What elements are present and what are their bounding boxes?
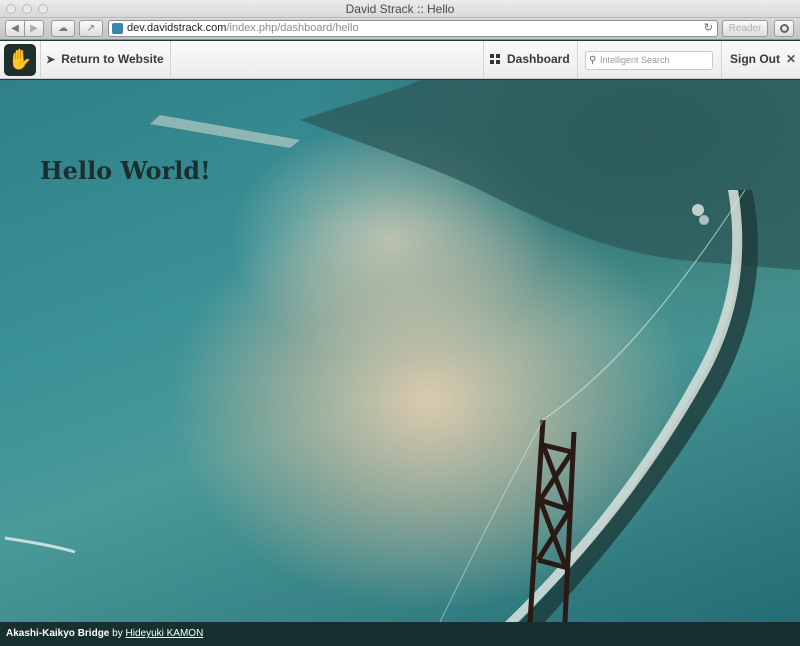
page-heading: Hello World! (40, 156, 211, 185)
back-arrow-icon: ◀ (11, 23, 19, 34)
light-flare (692, 204, 704, 216)
toolbar-divider (40, 41, 41, 79)
dashboard-link[interactable]: Dashboard (490, 52, 570, 66)
share-button[interactable]: ↗ (79, 20, 103, 37)
reader-button[interactable]: Reader (722, 20, 768, 37)
share-icon: ↗ (86, 23, 96, 34)
image-caption-bar: Akashi-Kaikyo Bridge by Hideyuki KAMON (0, 622, 800, 646)
back-button[interactable]: ◀ (5, 20, 25, 37)
search-placeholder: Intelligent Search (600, 55, 670, 65)
caption-title: Akashi-Kaikyo Bridge (6, 628, 110, 639)
light-flare (699, 215, 709, 225)
coastline-land (300, 80, 800, 270)
close-icon: ✕ (786, 52, 797, 66)
arrow-left-icon: ➤ (46, 54, 56, 66)
url-path: /index.php/dashboard/hello (226, 22, 359, 34)
window-titlebar: David Strack :: Hello (0, 0, 800, 18)
address-bar[interactable]: dev.davidstrack.com/index.php/dashboard/… (108, 20, 718, 37)
dashboard-label: Dashboard (507, 52, 570, 66)
signout-label: Sign Out (730, 52, 780, 66)
caption-author-link[interactable]: Hideyuki KAMON (126, 628, 204, 639)
sign-out-link[interactable]: Sign Out ✕ (730, 52, 796, 66)
pier (150, 115, 300, 148)
dashboard-grid-icon (490, 54, 500, 64)
browser-toolbar: ◀ ▶ ☁ ↗ dev.davidstrack.com/index.php/da… (0, 18, 800, 40)
icloud-tabs-button[interactable]: ☁ (51, 20, 75, 37)
intelligent-search-input[interactable]: ⚲ Intelligent Search (585, 51, 713, 70)
download-icon (779, 24, 789, 33)
forward-button[interactable]: ▶ (24, 20, 44, 37)
return-to-website-link[interactable]: ➤ Return to Website (46, 52, 164, 66)
toolbar-divider (721, 41, 722, 79)
cms-toolbar: ✋ ➤ Return to Website Dashboard ⚲ Intelli… (0, 41, 800, 79)
caption-by: by (112, 628, 123, 639)
site-favicon-icon (112, 23, 123, 34)
toolbar-divider (577, 41, 578, 79)
concrete5-logo-icon[interactable]: ✋ (4, 44, 36, 76)
search-icon: ⚲ (589, 55, 597, 66)
background-photo: Hello World! (0, 80, 800, 622)
url-host: dev.davidstrack.com (127, 22, 227, 34)
downloads-button[interactable] (774, 20, 794, 37)
boat-wake (4, 536, 76, 554)
window-title: David Strack :: Hello (345, 2, 455, 16)
return-label: Return to Website (61, 52, 164, 66)
forward-arrow-icon: ▶ (30, 23, 38, 34)
toolbar-divider (170, 41, 171, 79)
toolbar-divider (483, 41, 484, 79)
cloud-icon: ☁ (58, 23, 68, 34)
bridge-cable (439, 419, 544, 622)
reload-icon[interactable]: ↻ (704, 21, 713, 36)
